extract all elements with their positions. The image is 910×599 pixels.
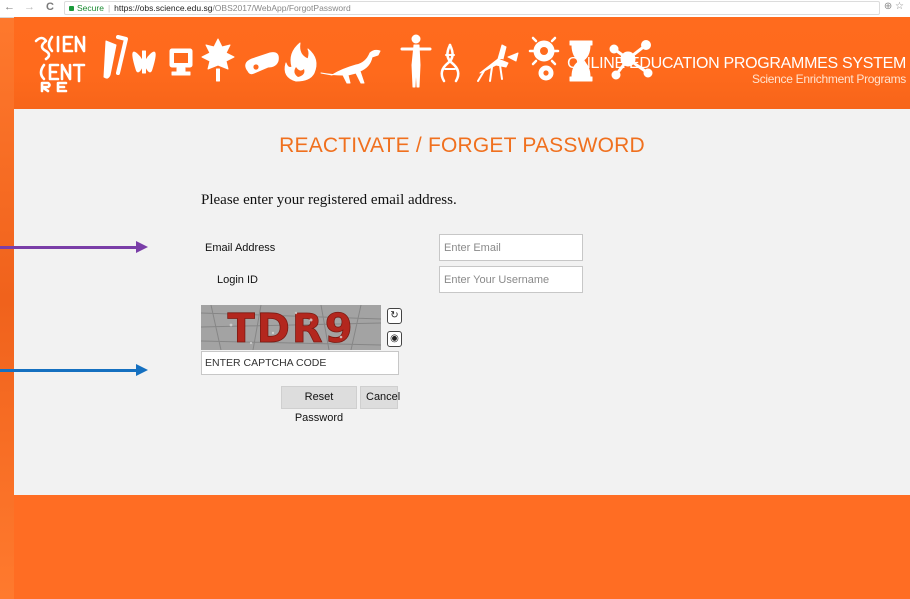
reload-icon[interactable]: C — [46, 1, 54, 13]
human-figure-icon — [400, 34, 432, 88]
science-centre-logo[interactable] — [30, 31, 88, 93]
pill-icon — [245, 52, 279, 75]
mosquito-icon — [477, 44, 519, 82]
reset-password-button[interactable]: Reset Password — [281, 386, 357, 424]
url-host: https://obs.science.edu.sg — [114, 3, 213, 13]
captcha-input[interactable] — [201, 351, 399, 375]
captcha-audio-button[interactable]: ◉ — [387, 331, 402, 347]
zoom-icon[interactable]: ⊕ — [884, 1, 892, 12]
site-title-subtitle: Science Enrichment Programs — [752, 72, 906, 86]
browser-address-bar: ← → C Secure | https://obs.science.edu.sg/… — [0, 0, 910, 18]
refresh-icon: ↻ — [390, 310, 399, 321]
forward-arrow-icon[interactable]: → — [24, 1, 35, 13]
site-title-main: ONLINE EDUCATION PROGRAMMES SYSTEM — [567, 55, 906, 72]
computer-icon — [169, 48, 193, 76]
cancel-button[interactable]: Cancel — [360, 386, 400, 409]
audio-icon: ◉ — [390, 333, 399, 344]
url-path: /OBS2017/WebApp/ForgotPassword — [212, 3, 351, 13]
login-id-input[interactable] — [439, 266, 583, 293]
back-arrow-icon[interactable]: ← — [4, 1, 15, 13]
fire-icon — [284, 42, 317, 82]
gear-icon — [528, 36, 560, 81]
captcha-annotation-arrow — [0, 364, 148, 376]
email-annotation-arrow — [0, 241, 148, 253]
form-instructions: Please enter your registered email addre… — [201, 192, 457, 208]
butterfly-icon — [132, 50, 156, 74]
captcha-image: TDR9 — [201, 305, 381, 350]
lock-icon — [69, 6, 74, 12]
email-label: Email Address — [205, 242, 276, 254]
captcha-text: TDR9 — [227, 306, 354, 350]
dna-icon — [440, 43, 460, 83]
url-separator: | — [107, 3, 111, 13]
dinosaur-icon — [320, 49, 381, 84]
left-frame — [0, 0, 14, 599]
main-content: REACTIVATE / FORGET PASSWORD Please ente… — [14, 109, 910, 495]
captcha-refresh-button[interactable]: ↻ — [387, 308, 402, 324]
star-icon[interactable]: ☆ — [895, 1, 904, 12]
url-field[interactable]: Secure | https://obs.science.edu.sg/OBS201… — [64, 1, 880, 15]
test-tube-icon — [103, 35, 128, 79]
site-header: ONLINE EDUCATION PROGRAMMES SYSTEM Scien… — [14, 17, 910, 109]
secure-label: Secure — [77, 3, 104, 13]
page-title: REACTIVATE / FORGET PASSWORD — [279, 134, 645, 157]
site-footer — [14, 495, 910, 599]
leaf-icon — [201, 38, 235, 82]
email-input[interactable] — [439, 234, 583, 261]
browser-action-icons: ⊕ ☆ — [884, 1, 904, 13]
site-title: ONLINE EDUCATION PROGRAMMES SYSTEM Scien… — [567, 55, 906, 86]
login-id-label: Login ID — [217, 274, 258, 286]
